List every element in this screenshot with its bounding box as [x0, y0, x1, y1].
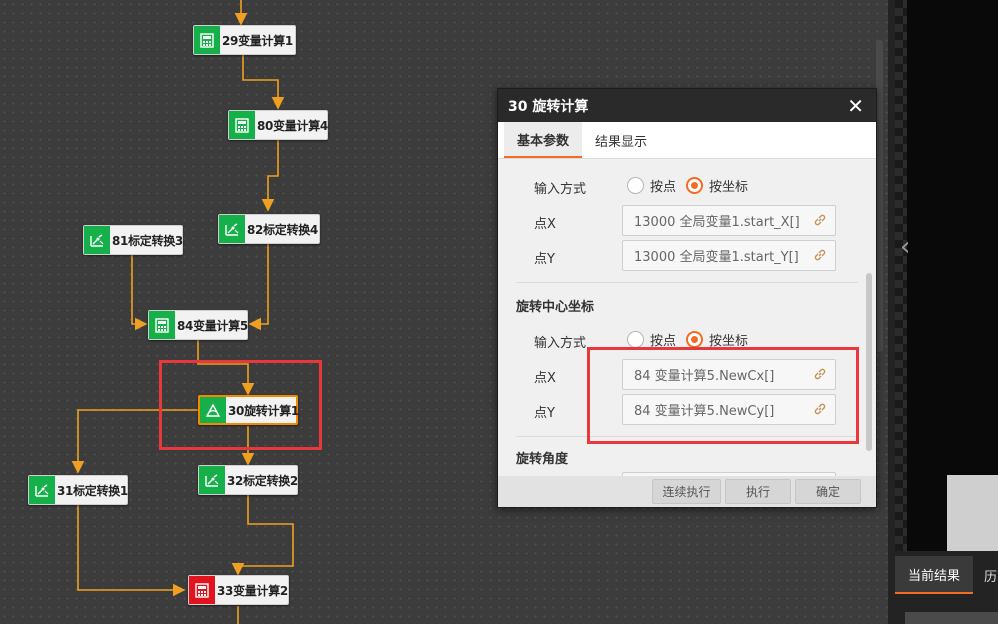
point-y-value: 13000 全局变量1.start_Y[]: [634, 250, 799, 265]
point-y-field[interactable]: 13000 全局变量1.start_Y[]: [622, 240, 836, 271]
wire-29-80: [242, 55, 285, 110]
calculator-icon: [229, 111, 255, 139]
dialog-title: 30 旋转计算: [508, 98, 589, 115]
flow-node-81[interactable]: 81标定转换3: [83, 225, 183, 255]
flow-node-84[interactable]: 84变量计算5: [148, 310, 248, 340]
link-icon[interactable]: [812, 212, 828, 232]
point-x-value: 13000 全局变量1.start_X[]: [634, 215, 800, 230]
canvas-scrollbar[interactable]: [876, 40, 883, 352]
radio-by-point-label: 按点: [650, 180, 677, 195]
dialog-tabs: 基本参数 结果显示: [498, 122, 876, 159]
calibration-icon: [219, 215, 245, 243]
rotate-calc-dialog: 30 旋转计算 ✕ 基本参数 结果显示 输入方式 按点 按坐标 点X 13000…: [497, 88, 877, 508]
dialog-body[interactable]: 输入方式 按点 按坐标 点X 13000 全局变量1.start_X[] 点Y …: [498, 160, 864, 478]
point-mode-radio-group: 按点 按坐标: [627, 176, 748, 195]
ok-button[interactable]: 确定: [795, 479, 861, 504]
image-view[interactable]: [895, 0, 998, 551]
flow-node-33[interactable]: 33变量计算2: [188, 575, 289, 605]
dialog-footer: 连续执行 执行 确定: [498, 476, 876, 507]
radio-by-point-label: 按点: [650, 334, 677, 349]
continuous-run-button[interactable]: 连续执行: [652, 479, 721, 504]
flow-node-30[interactable]: 30旋转计算1: [198, 395, 299, 425]
tab-result-display[interactable]: 结果显示: [582, 122, 660, 158]
section-rotation-center: 旋转中心坐标: [516, 300, 595, 315]
tab-current-result[interactable]: 当前结果: [895, 556, 973, 594]
calculator-icon: [189, 576, 215, 604]
flow-node-80[interactable]: 80变量计算4: [228, 110, 328, 140]
image-panel: [888, 0, 998, 624]
center-y-label: 点Y: [534, 406, 555, 421]
center-x-label: 点X: [534, 371, 556, 386]
flow-node-31[interactable]: 31标定转换1: [28, 475, 128, 505]
chevron-left-icon[interactable]: ‹: [900, 232, 910, 262]
tab-history[interactable]: 历: [984, 556, 997, 594]
flow-node-label: 33变量计算2: [217, 583, 288, 598]
tab-basic-params[interactable]: 基本参数: [504, 122, 583, 158]
flow-node-label: 30旋转计算1: [228, 403, 299, 418]
calculator-icon: [149, 311, 175, 339]
radio-by-coord-label: 按坐标: [709, 334, 749, 349]
center-y-value: 84 变量计算5.NewCy[]: [634, 404, 775, 419]
input-mode-label: 输入方式: [534, 182, 587, 197]
wire-84-30: [197, 340, 255, 396]
center-x-value: 84 变量计算5.NewCx[]: [634, 369, 775, 384]
point-x-field[interactable]: 13000 全局变量1.start_X[]: [622, 205, 836, 236]
calculator-icon: [194, 26, 220, 54]
flow-node-label: 80变量计算4: [257, 118, 328, 133]
radio-by-point[interactable]: [627, 331, 644, 348]
calibration-icon: [29, 476, 55, 504]
flow-node-label: 82标定转换4: [247, 222, 318, 237]
flow-node-label: 31标定转换1: [57, 483, 128, 498]
flow-node-label: 29变量计算1: [222, 33, 293, 48]
calibration-icon: [84, 226, 110, 254]
wire-81-84: [131, 255, 148, 331]
input-mode-label: 输入方式: [534, 336, 587, 351]
link-icon[interactable]: [812, 366, 828, 386]
section-rotation-angle: 旋转角度: [516, 452, 569, 467]
flow-node-29[interactable]: 29变量计算1: [193, 25, 296, 55]
point-y-label: 点Y: [534, 252, 555, 267]
radio-by-coord[interactable]: [686, 177, 704, 194]
wire-32-33: [231, 495, 294, 576]
calibration-icon: [199, 466, 225, 494]
center-y-field[interactable]: 84 变量计算5.NewCy[]: [622, 394, 836, 425]
dialog-scrollbar[interactable]: [866, 273, 872, 451]
flow-node-label: 84变量计算5: [177, 318, 248, 333]
link-icon[interactable]: [812, 401, 828, 421]
radio-by-point[interactable]: [627, 177, 644, 194]
divider: [516, 282, 858, 283]
flow-node-82[interactable]: 82标定转换4: [218, 214, 320, 244]
center-x-field[interactable]: 84 变量计算5.NewCx[]: [622, 359, 836, 390]
wire-31-33: [77, 505, 186, 597]
wire-80-82: [261, 140, 279, 212]
link-icon[interactable]: [812, 247, 828, 267]
center-mode-radio-group: 按点 按坐标: [627, 330, 748, 349]
close-icon[interactable]: ✕: [847, 96, 864, 116]
rotate-icon: [200, 397, 226, 423]
point-x-label: 点X: [534, 217, 556, 232]
radio-by-coord[interactable]: [686, 331, 704, 348]
flow-node-32[interactable]: 32标定转换2: [198, 465, 298, 495]
divider: [516, 436, 858, 437]
flow-node-label: 32标定转换2: [227, 473, 298, 488]
wire-82-84: [248, 242, 269, 331]
radio-by-coord-label: 按坐标: [709, 180, 749, 195]
flow-node-label: 81标定转换3: [112, 233, 183, 248]
result-table-header: [905, 612, 998, 624]
wire-30-31: [71, 409, 200, 474]
dialog-titlebar[interactable]: 30 旋转计算 ✕: [498, 89, 876, 122]
run-button[interactable]: 执行: [725, 479, 791, 504]
